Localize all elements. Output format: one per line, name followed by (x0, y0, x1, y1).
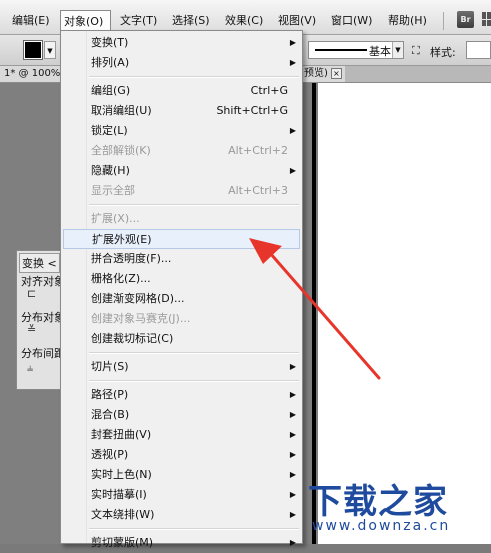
annotation-arrow (249, 238, 381, 380)
annotation-arrow-shaft (268, 251, 381, 380)
watermark-url: www.downza.cn (312, 518, 451, 534)
watermark-title: 下载之家 (308, 482, 448, 522)
